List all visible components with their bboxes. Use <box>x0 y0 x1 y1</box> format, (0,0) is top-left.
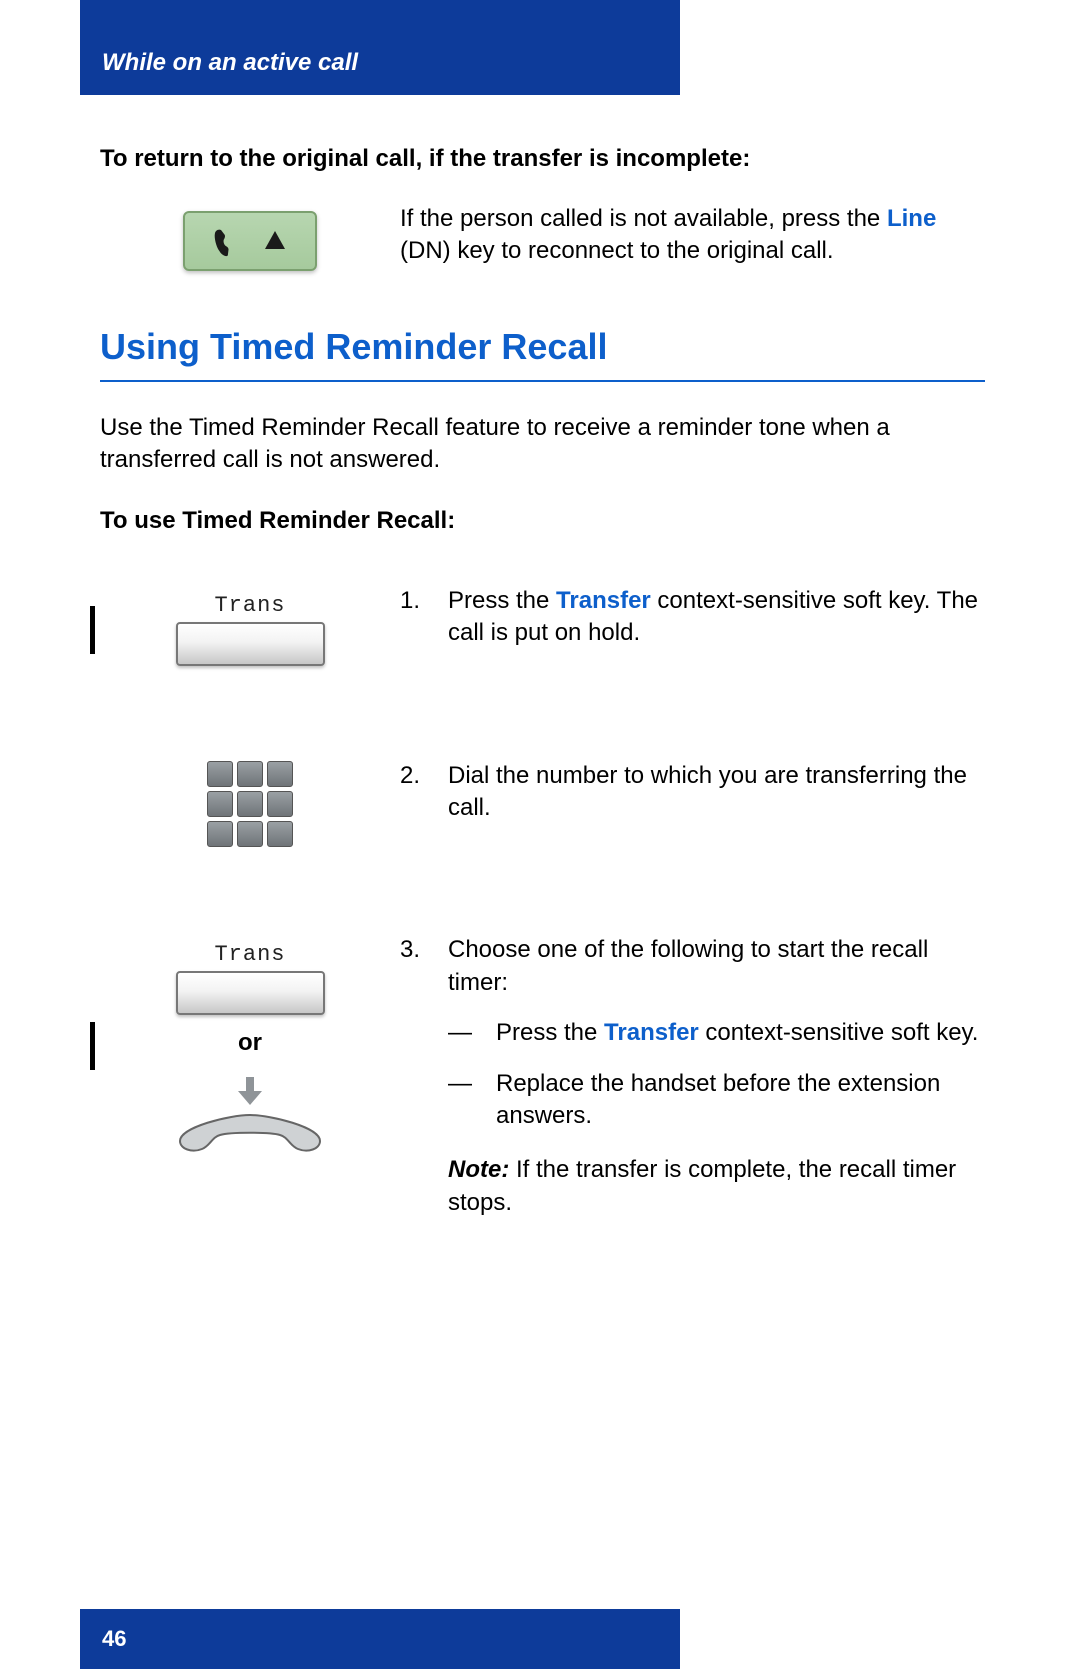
instruction-heading: To return to the original call, if the t… <box>100 145 985 173</box>
softkey-label: Trans <box>214 942 285 967</box>
transfer-softkey-icon: Trans <box>176 593 325 666</box>
line-key-text: If the person called is not available, p… <box>400 203 985 268</box>
option-2: Replace the handset before the extension… <box>448 1068 985 1133</box>
hangup-icon <box>170 1075 330 1159</box>
section-rule <box>100 380 985 382</box>
steps-icon-column: Trans Trans or <box>100 585 400 1159</box>
step-intro: Choose one of the following to start the… <box>448 936 928 995</box>
section-body: Use the Timed Reminder Recall feature to… <box>100 412 985 477</box>
chapter-header: While on an active call <box>80 0 680 95</box>
handset-down-icon <box>170 1109 330 1159</box>
step-3: 3. Choose one of the following to start … <box>400 934 985 1219</box>
arrow-down-icon <box>228 1075 272 1109</box>
icon-column <box>100 203 400 271</box>
step-note: Note: If the transfer is complete, the r… <box>448 1154 985 1219</box>
change-bar <box>90 606 95 654</box>
softkey-button-icon <box>176 622 325 666</box>
manual-page: While on an active call To return to the… <box>0 0 1080 1669</box>
text-fragment: If the person called is not available, p… <box>400 205 887 232</box>
page-content: To return to the original call, if the t… <box>100 120 985 1274</box>
steps-list: 1. Press the Transfer context-sensitive … <box>400 585 985 1219</box>
page-footer: 46 <box>80 1609 680 1669</box>
steps-row: Trans Trans or <box>100 585 985 1239</box>
text-fragment: context-sensitive soft key. <box>699 1019 979 1046</box>
sub-instruction: To use Timed Reminder Recall: <box>100 507 985 535</box>
dialpad-icon <box>207 761 293 847</box>
steps-text-column: 1. Press the Transfer context-sensitive … <box>400 585 985 1239</box>
step-number: 2. <box>400 760 420 792</box>
or-label: or <box>238 1029 262 1057</box>
softkey-label: Trans <box>214 593 285 618</box>
page-number: 46 <box>102 1626 126 1652</box>
step-number: 1. <box>400 585 420 617</box>
transfer-link: Transfer <box>556 587 651 614</box>
step-number: 3. <box>400 934 420 966</box>
line-key-row: If the person called is not available, p… <box>100 203 985 271</box>
options-list: Press the Transfer context-sensitive sof… <box>448 1017 985 1132</box>
step-text: Dial the number to which you are transfe… <box>448 762 967 821</box>
note-text: If the transfer is complete, the recall … <box>448 1156 956 1215</box>
text-fragment: Press the <box>496 1019 604 1046</box>
text-fragment: (DN) key to reconnect to the original ca… <box>400 237 834 264</box>
line-link: Line <box>887 205 936 232</box>
chapter-title: While on an active call <box>102 49 358 77</box>
step-2: 2. Dial the number to which you are tran… <box>400 760 985 825</box>
change-bar <box>90 1022 95 1070</box>
softkey-button-icon <box>176 971 325 1015</box>
step-1: 1. Press the Transfer context-sensitive … <box>400 585 985 650</box>
phone-handset-icon <box>211 224 255 258</box>
option-1: Press the Transfer context-sensitive sof… <box>448 1017 985 1049</box>
triangle-up-icon <box>261 227 289 255</box>
section-title: Using Timed Reminder Recall <box>100 326 985 368</box>
text-fragment: Press the <box>448 587 556 614</box>
note-label: Note: <box>448 1156 509 1183</box>
transfer-link: Transfer <box>604 1019 699 1046</box>
transfer-softkey-icon: Trans <box>176 942 325 1015</box>
line-key-icon <box>183 211 317 271</box>
